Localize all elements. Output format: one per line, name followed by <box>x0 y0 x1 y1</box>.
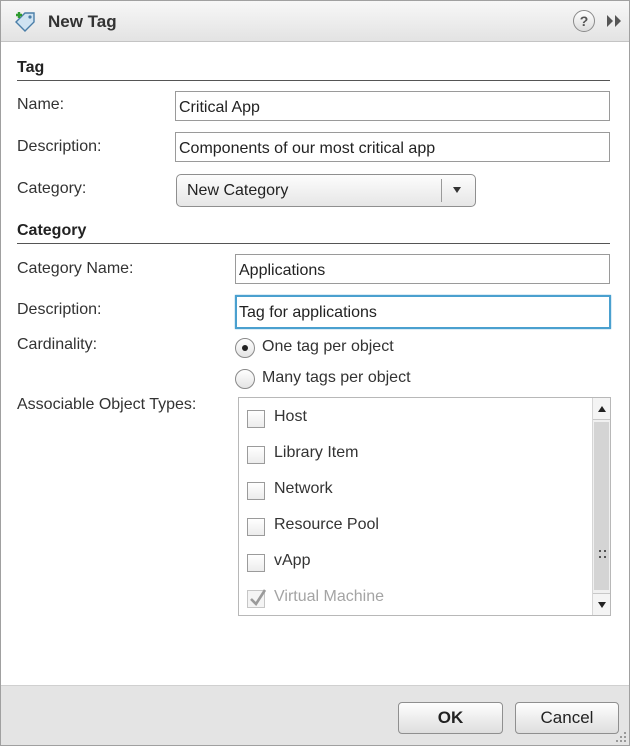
list-item-resource-pool[interactable]: Resource Pool <box>247 515 577 539</box>
list-item-host[interactable]: Host <box>247 407 577 431</box>
object-types-list[interactable]: Host Library Item Network Resource Pool … <box>238 397 611 616</box>
object-types-label: Associable Object Types: <box>17 396 197 413</box>
tag-category-label: Category: <box>17 180 87 197</box>
list-item-network[interactable]: Network <box>247 479 577 503</box>
cancel-button[interactable]: Cancel <box>515 702 619 734</box>
category-select[interactable]: New Category <box>176 174 476 207</box>
dialog-footer: OK Cancel <box>1 685 629 745</box>
tag-description-input[interactable] <box>175 132 610 162</box>
resize-grip-icon[interactable] <box>615 731 627 743</box>
grip-icon <box>599 550 606 558</box>
object-type-label: Host <box>274 408 307 425</box>
tag-section-divider <box>17 80 610 81</box>
object-type-label: Library Item <box>274 444 359 461</box>
radio-button-selected[interactable] <box>235 338 255 358</box>
chevron-down-icon[interactable] <box>453 187 461 193</box>
tag-description-label: Description: <box>17 138 102 155</box>
vapp-checkbox[interactable] <box>247 554 265 572</box>
arrow-down-icon <box>598 602 606 608</box>
category-description-input[interactable] <box>235 295 611 329</box>
expand-panel-icon[interactable] <box>605 13 623 29</box>
category-section-divider <box>17 243 610 244</box>
list-item-vapp[interactable]: vApp <box>247 551 577 575</box>
cardinality-label: Cardinality: <box>17 336 98 353</box>
title-bar[interactable]: New Tag ? <box>1 1 629 42</box>
scroll-down-button[interactable] <box>593 593 610 615</box>
object-type-label: Network <box>274 480 333 497</box>
new-tag-dialog: New Tag ? Tag Name: Description: Categor… <box>0 0 630 746</box>
object-type-label: Resource Pool <box>274 516 379 533</box>
list-item-library-item[interactable]: Library Item <box>247 443 577 467</box>
network-checkbox[interactable] <box>247 482 265 500</box>
tag-name-input[interactable] <box>175 91 610 121</box>
cardinality-option-many[interactable]: Many tags per object <box>235 367 455 391</box>
dialog-title: New Tag <box>48 12 117 31</box>
cardinality-option-label: One tag per object <box>262 338 394 355</box>
virtual-machine-checkbox <box>247 589 267 608</box>
category-name-label: Category Name: <box>17 260 134 277</box>
host-checkbox[interactable] <box>247 410 265 428</box>
radio-dot <box>242 345 248 351</box>
scroll-up-button[interactable] <box>593 398 610 420</box>
new-tag-icon <box>15 12 35 32</box>
arrow-up-icon <box>598 406 606 412</box>
category-section-heading: Category <box>17 222 87 239</box>
cardinality-option-one[interactable]: One tag per object <box>235 336 435 360</box>
cardinality-option-label: Many tags per object <box>262 369 411 386</box>
radio-button[interactable] <box>235 369 255 389</box>
category-description-label: Description: <box>17 301 102 318</box>
vertical-scrollbar[interactable] <box>592 398 610 615</box>
category-name-input[interactable] <box>235 254 610 284</box>
object-type-label: Virtual Machine <box>274 588 384 605</box>
select-divider <box>441 179 442 202</box>
tag-name-label: Name: <box>17 96 65 113</box>
object-type-label: vApp <box>274 552 311 569</box>
tag-section-heading: Tag <box>17 59 45 76</box>
category-select-value: New Category <box>187 182 289 199</box>
library-item-checkbox[interactable] <box>247 446 265 464</box>
help-icon[interactable]: ? <box>573 10 595 32</box>
scroll-thumb[interactable] <box>594 422 609 590</box>
ok-button[interactable]: OK <box>398 702 503 734</box>
list-item-virtual-machine: Virtual Machine <box>247 587 577 611</box>
check-icon <box>250 589 267 607</box>
resource-pool-checkbox[interactable] <box>247 518 265 536</box>
